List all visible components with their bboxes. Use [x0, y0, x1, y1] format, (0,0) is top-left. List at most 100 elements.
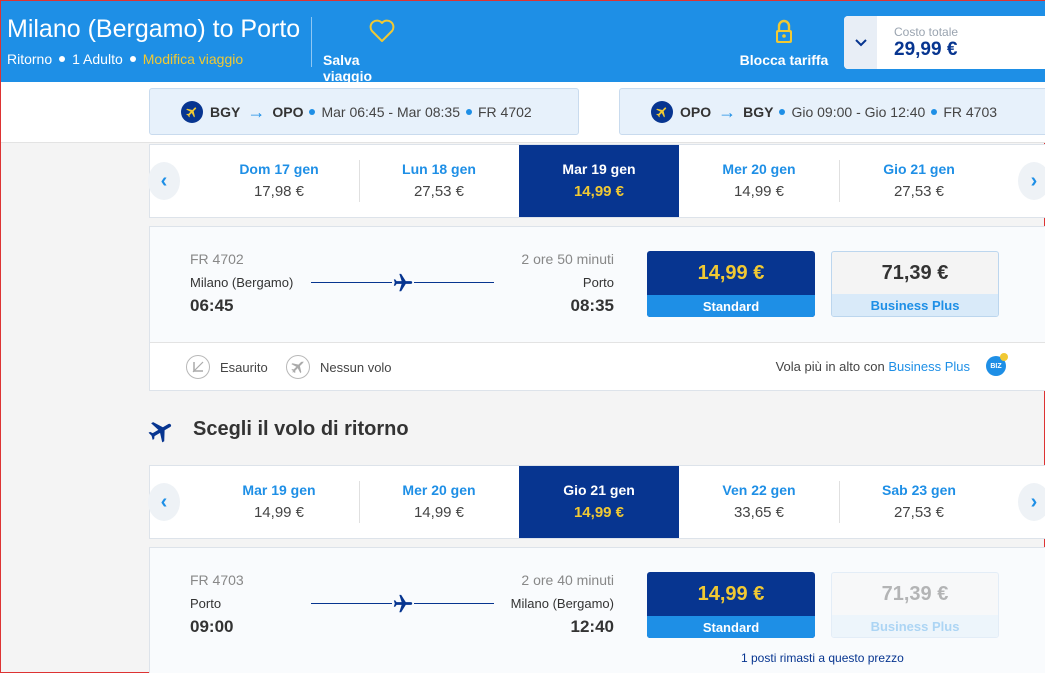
header-divider: [311, 17, 312, 67]
standard-fare-button[interactable]: 14,99 € Standard: [647, 251, 815, 317]
flight-duration: 2 ore 40 minuti: [521, 572, 614, 588]
lock-icon: [776, 19, 792, 43]
business-fare-price: 71,39 €: [881, 261, 949, 284]
destination-code: BGY: [743, 103, 774, 120]
modify-trip-link[interactable]: Modifica viaggio: [143, 51, 243, 67]
business-fare-label: Business Plus: [832, 615, 998, 637]
total-cost-box[interactable]: Costo totale 29,99 €: [844, 16, 1045, 69]
badge-dot: [1000, 353, 1008, 361]
passenger-count: 1 Adulto: [72, 51, 123, 67]
top-header: Milano (Bergamo) to Porto Ritorno 1 Adul…: [1, 1, 1045, 84]
business-plus-fare-button[interactable]: 71,39 € Business Plus: [831, 251, 999, 317]
next-dates-button[interactable]: ›: [1018, 483, 1045, 521]
date-option-selected[interactable]: Mar 19 gen 14,99 €: [519, 145, 679, 217]
plane-icon: [148, 422, 172, 443]
prev-dates-button[interactable]: ‹: [148, 483, 180, 521]
date-label: Sab 23 gen: [882, 482, 956, 498]
date-label: Mer 20 gen: [722, 161, 796, 177]
date-label: Mar 19 gen: [562, 161, 636, 177]
legend-no-flight: Nessun volo: [286, 355, 392, 379]
no-flight-icon: [286, 355, 310, 379]
destination-code: OPO: [272, 103, 304, 120]
date-price: 14,99 €: [573, 504, 625, 521]
date-option[interactable]: Dom 17 gen 17,98 €: [199, 145, 359, 217]
date-label: Mar 19 gen: [242, 482, 316, 498]
date-price: 14,99 €: [413, 504, 465, 521]
date-label: Ven 22 gen: [722, 482, 796, 498]
flight-duration: 2 ore 50 minuti: [521, 251, 614, 267]
date-option[interactable]: Mar 19 gen 14,99 €: [199, 466, 359, 538]
seats-left-notice: 1 posti rimasti a questo prezzo: [741, 651, 904, 665]
date-price: 14,99 €: [573, 183, 625, 200]
save-trip-button[interactable]: Salva viaggio: [323, 19, 411, 84]
date-option-selected[interactable]: Gio 21 gen 14,99 €: [519, 466, 679, 538]
destination-city: Porto: [582, 275, 614, 290]
heart-icon: [369, 19, 395, 42]
arrival-time: 08:35: [570, 296, 614, 315]
flight-number: FR 4702: [190, 251, 244, 267]
segment-card-return[interactable]: OPO → BGY Gio 09:00 - Gio 12:40 FR 4703: [619, 88, 1045, 135]
trip-info: Ritorno 1 Adulto Modifica viaggio: [7, 51, 243, 67]
date-label: Gio 21 gen: [883, 161, 955, 177]
business-plus-fare-button[interactable]: 71,39 € Business Plus: [831, 572, 999, 638]
date-option[interactable]: Ven 22 gen 33,65 €: [679, 466, 839, 538]
business-plus-link[interactable]: Business Plus: [888, 359, 970, 374]
next-dates-button[interactable]: ›: [1018, 162, 1045, 200]
arrow-right-icon: →: [718, 101, 737, 122]
segment-times: Mar 06:45 - Mar 08:35: [321, 103, 460, 120]
date-option[interactable]: Gio 21 gen 27,53 €: [839, 145, 999, 217]
plane-icon: [181, 101, 203, 123]
segment-route: OPO → BGY: [680, 103, 773, 121]
date-price: 27,53 €: [893, 183, 945, 200]
sold-out-icon: [186, 355, 210, 379]
legend-label: Nessun volo: [320, 359, 392, 375]
standard-fare-label: Standard: [647, 295, 815, 317]
separator-dot: [931, 108, 938, 115]
trip-type: Ritorno: [7, 51, 53, 67]
date-label: Mer 20 gen: [402, 482, 476, 498]
separator-dot: [129, 56, 136, 62]
standard-fare-label: Standard: [647, 616, 815, 638]
separator-dot: [59, 56, 66, 62]
standard-fare-price: 14,99 €: [697, 261, 765, 284]
upsell-text: Vola più in alto con: [775, 359, 885, 374]
chevron-down-icon[interactable]: [844, 16, 877, 69]
business-fare-price: 71,39 €: [881, 582, 949, 605]
date-option[interactable]: Lun 18 gen 27,53 €: [359, 145, 519, 217]
return-date-selector: ‹ Mar 19 gen 14,99 € Mer 20 gen 14,99 € …: [148, 465, 1045, 539]
arrow-right-icon: →: [247, 101, 266, 122]
date-option[interactable]: Sab 23 gen 27,53 €: [839, 466, 999, 538]
legend-sold-out: Esaurito: [186, 355, 268, 379]
separator-dot: [465, 108, 472, 115]
legend-label: Esaurito: [220, 359, 268, 375]
prev-dates-button[interactable]: ‹: [148, 162, 180, 200]
date-price: 27,53 €: [893, 504, 945, 521]
lock-fare-button[interactable]: Blocca tariffa: [739, 19, 829, 68]
standard-fare-button[interactable]: 14,99 € Standard: [647, 572, 815, 638]
plane-icon: [392, 272, 414, 294]
origin-code: OPO: [680, 103, 712, 120]
destination-city: Milano (Bergamo): [510, 596, 614, 611]
date-option[interactable]: Mer 20 gen 14,99 €: [359, 466, 519, 538]
date-price: 33,65 €: [733, 504, 785, 521]
route-title: Milano (Bergamo) to Porto: [7, 15, 301, 43]
date-option[interactable]: Mer 20 gen 14,99 €: [679, 145, 839, 217]
lock-fare-label: Blocca tariffa: [739, 52, 829, 68]
total-cost-value: 29,99 €: [894, 39, 958, 60]
segment-times: Gio 09:00 - Gio 12:40: [791, 103, 926, 120]
departure-time: 06:45: [190, 296, 234, 315]
date-label: Gio 21 gen: [563, 482, 635, 498]
badge-text: BIZ: [990, 362, 1002, 370]
fare-legend: Esaurito Nessun volo Vola più in alto co…: [150, 342, 1045, 390]
separator-dot: [779, 108, 786, 115]
save-trip-label: Salva viaggio: [323, 52, 373, 84]
plane-icon: [651, 101, 673, 123]
segment-card-outbound[interactable]: BGY → OPO Mar 06:45 - Mar 08:35 FR 4702: [149, 88, 579, 135]
departure-time: 09:00: [190, 617, 234, 636]
segment-flight-number: FR 4703: [943, 103, 998, 120]
outbound-flight-card: FR 4702 Milano (Bergamo) 06:45 2 ore 50 …: [149, 226, 1045, 391]
origin-code: BGY: [210, 103, 241, 120]
date-price: 27,53 €: [413, 183, 465, 200]
date-price: 14,99 €: [253, 504, 305, 521]
origin-city: Milano (Bergamo): [190, 275, 294, 290]
